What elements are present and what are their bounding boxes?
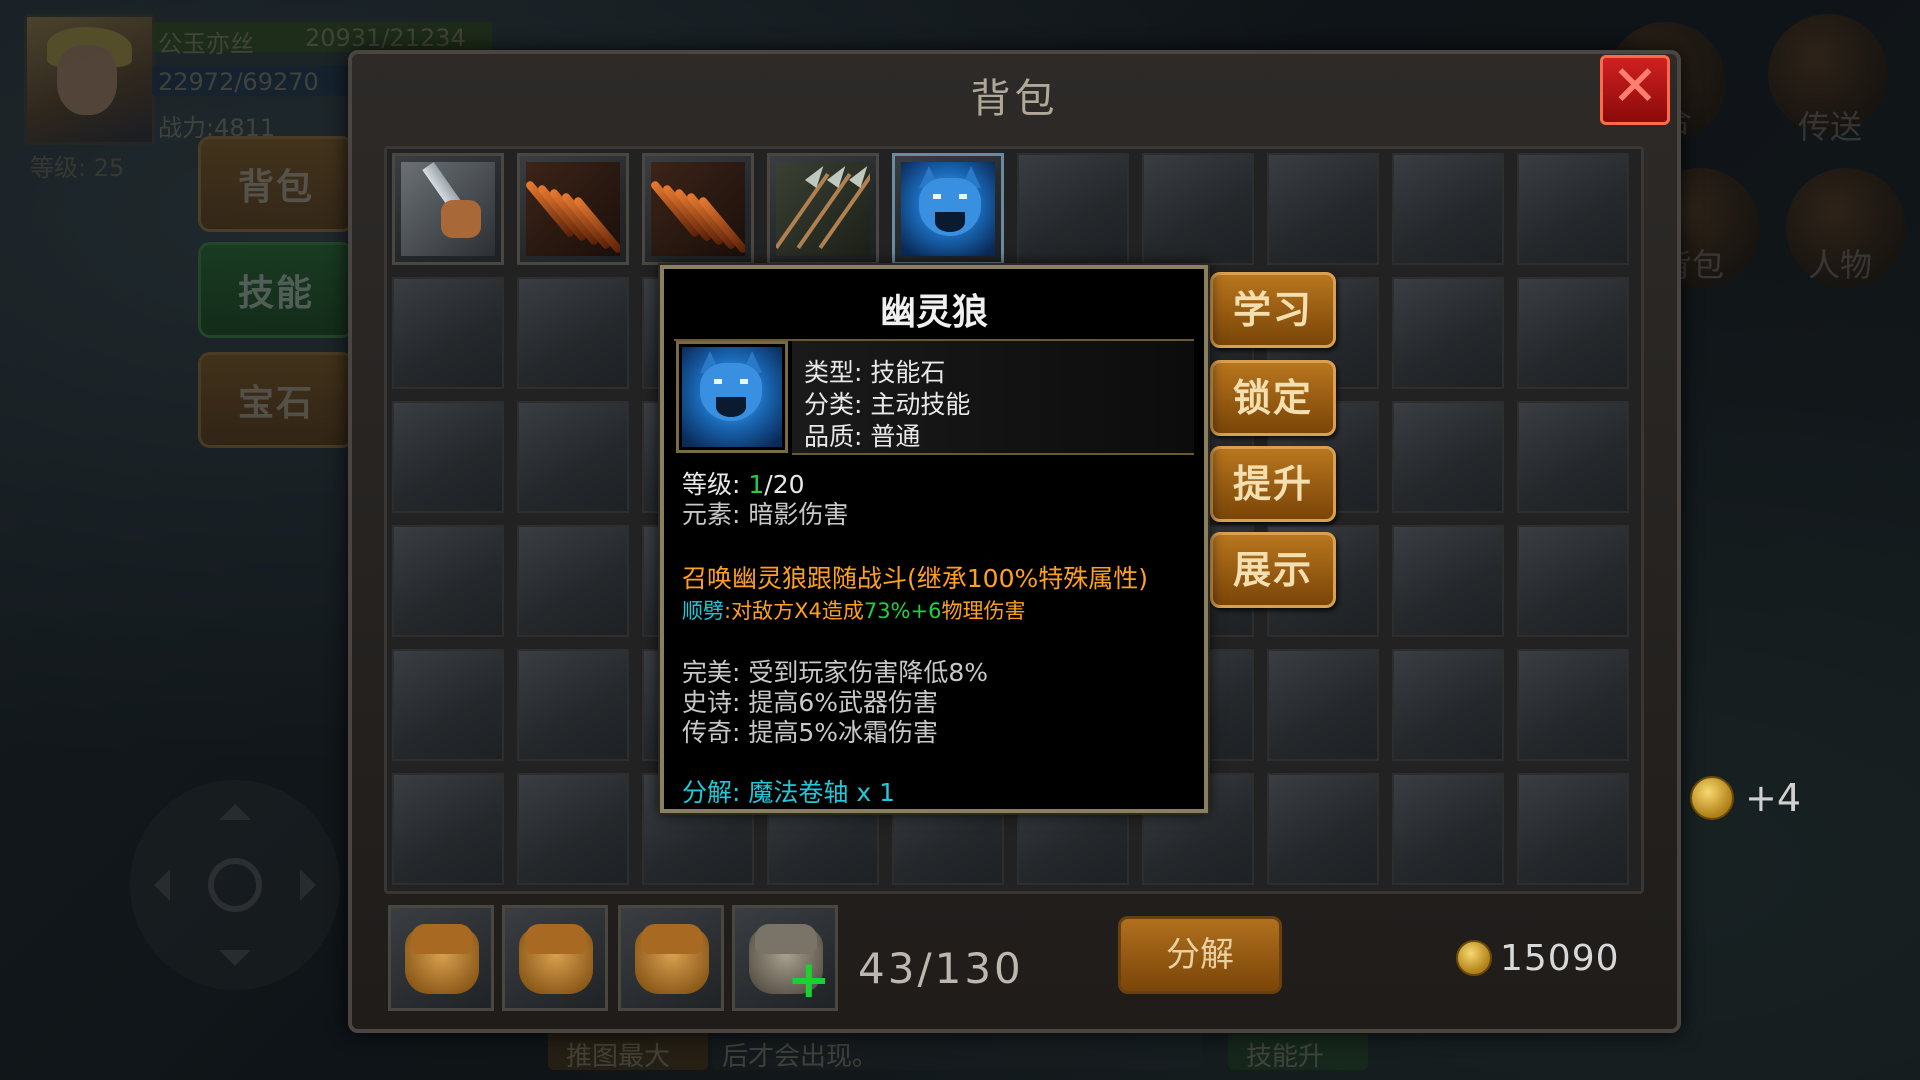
inventory-slot[interactable] (392, 153, 504, 265)
bag-title: 背包 (970, 76, 1059, 122)
inventory-slot[interactable] (517, 153, 629, 265)
gold-amount: 15090 (1500, 938, 1620, 979)
inventory-slot[interactable] (1142, 153, 1254, 265)
lock-button[interactable]: 锁定 (1210, 360, 1336, 436)
reward-coin-icon (1690, 776, 1734, 820)
upgrade-button[interactable]: 提升 (1210, 446, 1336, 522)
inventory-slot[interactable] (517, 649, 629, 761)
inventory-slot[interactable] (1517, 401, 1629, 513)
tooltip-category: 分类: 主动技能 (804, 390, 971, 419)
bag-capacity: 43/130 (858, 944, 1024, 993)
inventory-slot[interactable] (1392, 525, 1504, 637)
bag-expansion-slot-3[interactable] (618, 905, 724, 1011)
inventory-slot[interactable] (1392, 153, 1504, 265)
inventory-slot[interactable] (392, 401, 504, 513)
claw-streak-icon (651, 162, 745, 256)
inventory-slot[interactable] (767, 153, 879, 265)
inventory-slot[interactable] (1392, 649, 1504, 761)
showcase-button[interactable]: 展示 (1210, 532, 1336, 608)
learn-button[interactable]: 学习 (1210, 272, 1336, 348)
pouch-icon (525, 924, 587, 954)
inventory-slot[interactable] (1392, 401, 1504, 513)
ghost-wolf-icon (901, 162, 995, 256)
sword-fist-icon (401, 162, 495, 256)
gold-coin-icon (1456, 940, 1492, 976)
tooltip-legend-bonus: 传奇: 提高5%冰霜伤害 (682, 718, 939, 747)
tooltip-type: 类型: 技能石 (804, 358, 946, 387)
inventory-slot[interactable] (1017, 153, 1129, 265)
tooltip-decompose: 分解: 魔法卷轴 x 1 (682, 778, 895, 807)
inventory-slot[interactable] (1392, 773, 1504, 885)
ghost-wolf-icon (682, 347, 782, 447)
inventory-slot[interactable] (1392, 277, 1504, 389)
decompose-button[interactable]: 分解 (1118, 916, 1282, 994)
bag-expansion-slot-2[interactable] (502, 905, 608, 1011)
bag-expansion-add-slot[interactable]: + (732, 905, 838, 1011)
inventory-slot[interactable] (517, 525, 629, 637)
claw-streak-icon (526, 162, 620, 256)
pouch-icon (641, 924, 703, 954)
inventory-slot[interactable] (892, 153, 1004, 265)
item-tooltip: 幽灵狼 类型: 技能石 分类: 主动技能 品质: 普通 等级: 1/20 元素:… (660, 265, 1208, 813)
inventory-slot[interactable] (392, 525, 504, 637)
bag-expansion-slot-1[interactable] (388, 905, 494, 1011)
inventory-slot[interactable] (1517, 153, 1629, 265)
add-plus-icon: + (787, 950, 831, 1010)
tooltip-item-icon (676, 341, 788, 453)
reward-amount: +4 (1745, 776, 1802, 820)
inventory-slot[interactable] (1267, 773, 1379, 885)
close-icon: ✕ (1611, 54, 1659, 119)
pouch-icon (411, 924, 473, 954)
tooltip-quality: 品质: 普通 (804, 422, 921, 451)
inventory-slot[interactable] (392, 773, 504, 885)
tooltip-description: 召唤幽灵狼跟随战斗(继承100%特殊属性) (682, 564, 1148, 593)
inventory-slot[interactable] (517, 773, 629, 885)
spear-volley-icon (776, 162, 870, 256)
inventory-slot[interactable] (392, 649, 504, 761)
inventory-slot[interactable] (1517, 773, 1629, 885)
inventory-slot[interactable] (1517, 277, 1629, 389)
inventory-slot[interactable] (517, 277, 629, 389)
inventory-slot[interactable] (517, 401, 629, 513)
inventory-slot[interactable] (1517, 525, 1629, 637)
inventory-slot[interactable] (392, 277, 504, 389)
tooltip-element: 元素: 暗影伤害 (682, 500, 849, 529)
inventory-slot[interactable] (1517, 649, 1629, 761)
inventory-slot[interactable] (1267, 649, 1379, 761)
close-button[interactable]: ✕ (1600, 54, 1670, 125)
tooltip-skill-effect: 顺劈:对敌方X4造成73%+6物理伤害 (682, 599, 1026, 623)
inventory-slot[interactable] (642, 153, 754, 265)
tooltip-title: 幽灵狼 (879, 292, 988, 333)
inventory-slot[interactable] (1267, 153, 1379, 265)
